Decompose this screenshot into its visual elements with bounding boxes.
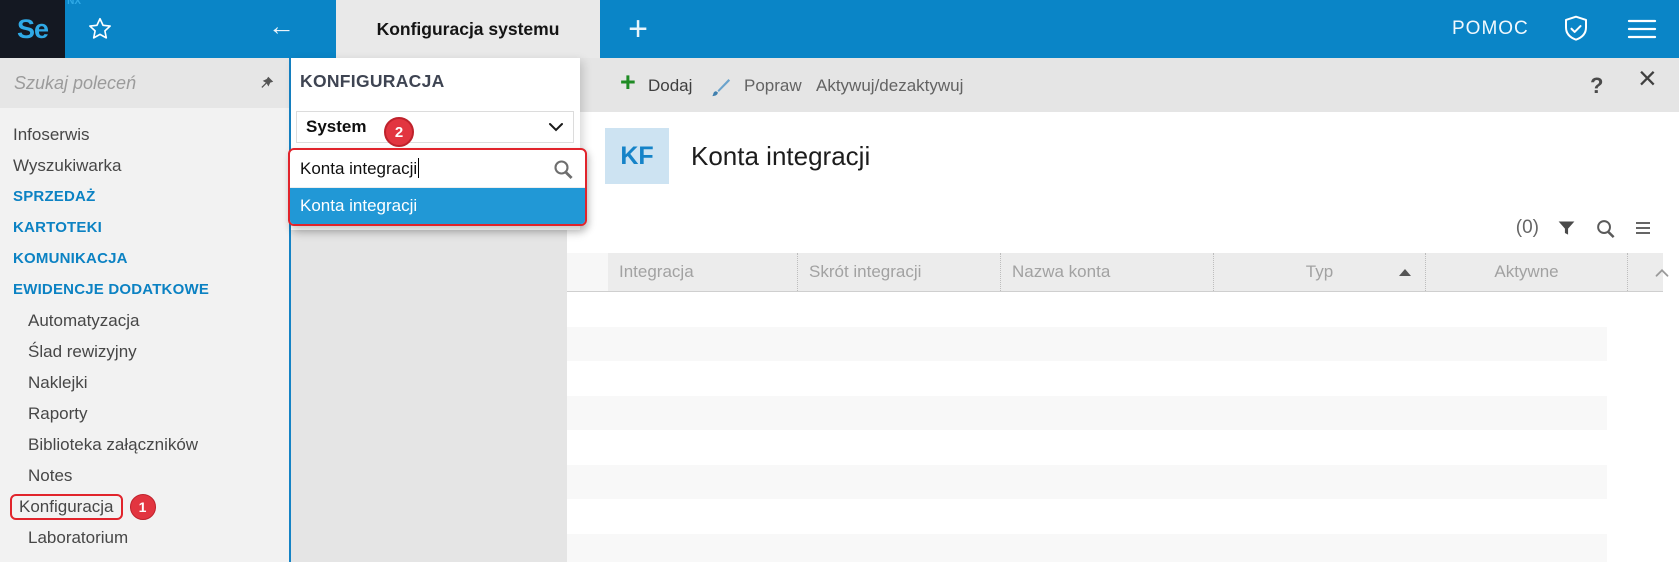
sidebar-item-laboratorium[interactable]: Laboratorium — [0, 522, 289, 553]
flyout-search-icon[interactable] — [551, 157, 575, 181]
sidebar-item-sprzedaz[interactable]: SPRZEDAŻ — [0, 181, 289, 212]
table-row — [567, 465, 1607, 500]
activate-deactivate-button[interactable]: Aktywuj/dezaktywuj — [816, 72, 963, 100]
sidebar-item-kartoteki[interactable]: KARTOTEKI — [0, 212, 289, 243]
module-tile-kf: KF — [605, 128, 669, 184]
column-skrot-integracji[interactable]: Skrót integracji — [797, 253, 1000, 291]
app-logo-sup: NX — [67, 0, 81, 7]
page-title: Konta integracji — [691, 128, 870, 184]
pin-icon[interactable] — [258, 75, 275, 92]
konfiguracja-flyout: KONFIGURACJA System 2 Konta integracji K… — [291, 58, 580, 230]
edit-brush-icon[interactable] — [708, 74, 732, 102]
table-corner-cell — [567, 253, 608, 291]
table-row — [567, 327, 1607, 362]
sidebar-item-automatyzacja[interactable]: Automatyzacja — [0, 305, 289, 336]
add-plus-icon[interactable]: + — [620, 68, 636, 96]
column-typ-label: Typ — [1306, 262, 1333, 282]
table-header: Integracja Skrót integracji Nazwa konta … — [567, 253, 1663, 292]
new-tab-button[interactable]: + — [620, 8, 656, 50]
step-badge-2: 2 — [384, 117, 414, 147]
help-menu[interactable]: POMOC — [1452, 0, 1529, 58]
flyout-search-value: Konta integracji — [300, 158, 551, 179]
table-row — [567, 292, 1607, 327]
flyout-search-input[interactable]: Konta integracji — [290, 150, 585, 188]
sidebar-item-infoserwis[interactable]: Infoserwis — [0, 119, 289, 150]
search-icon[interactable] — [1594, 217, 1617, 240]
filter-icon[interactable] — [1556, 218, 1577, 239]
sidebar-item-wyszukiwarka[interactable]: Wyszukiwarka — [0, 150, 289, 181]
app-logo-text: Se — [17, 14, 48, 45]
app-logo[interactable]: Se NX — [0, 0, 65, 58]
list-tools: (0) — [1516, 208, 1652, 248]
sidebar-menu: Infoserwis Wyszukiwarka SPRZEDAŻ KARTOTE… — [0, 119, 289, 553]
top-bar: Se NX ← Konfiguracja systemu + POMOC — [0, 0, 1679, 58]
favorites-star-icon[interactable] — [86, 15, 114, 43]
scroll-up-icon[interactable] — [1651, 262, 1673, 284]
back-arrow-icon[interactable]: ← — [268, 11, 295, 41]
column-typ[interactable]: Typ — [1213, 253, 1425, 291]
shield-check-icon[interactable] — [1560, 13, 1592, 45]
sidebar-item-naklejki[interactable]: Naklejki — [0, 367, 289, 398]
column-integracja[interactable]: Integracja — [608, 253, 797, 291]
list-menu-icon[interactable] — [1634, 220, 1652, 236]
edit-button[interactable]: Popraw — [744, 72, 802, 100]
command-search-placeholder: Szukaj poleceń — [14, 73, 258, 94]
add-button[interactable]: Dodaj — [648, 72, 692, 100]
sidebar-item-komunikacja[interactable]: KOMUNIKACJA — [0, 243, 289, 274]
text-caret — [418, 158, 419, 178]
category-dropdown-value: System — [306, 117, 548, 137]
app-window: Se NX ← Konfiguracja systemu + POMOC Szu… — [0, 0, 1679, 569]
table-row — [567, 430, 1607, 465]
chevron-down-icon — [548, 122, 564, 132]
sidebar: Szukaj poleceń Infoserwis Wyszukiwarka S… — [0, 58, 289, 562]
table-row — [567, 499, 1607, 534]
window-bottom-edge — [0, 562, 1679, 569]
record-count: (0) — [1516, 217, 1539, 239]
konfiguracja-highlight-box[interactable]: Konfiguracja — [10, 494, 123, 520]
table-row — [567, 361, 1607, 396]
category-dropdown[interactable]: System — [296, 111, 574, 143]
table-row — [567, 396, 1607, 431]
flyout-title: KONFIGURACJA — [300, 71, 445, 92]
context-help-button[interactable]: ? — [1590, 72, 1603, 100]
sidebar-item-notes[interactable]: Notes — [0, 460, 289, 491]
command-search-input[interactable]: Szukaj poleceń — [0, 58, 289, 108]
sidebar-item-konfiguracja[interactable]: Konfiguracja 1 — [0, 491, 289, 522]
column-aktywne[interactable]: Aktywne — [1425, 253, 1627, 291]
main-menu-icon[interactable] — [1626, 17, 1658, 41]
sidebar-item-ewidencje-dodatkowe[interactable]: EWIDENCJE DODATKOWE — [0, 274, 289, 305]
konta-integracji-panel: KF Konta integracji (0) Integra — [567, 112, 1679, 562]
close-icon[interactable]: × — [1638, 64, 1657, 92]
step-badge-1: 1 — [130, 494, 156, 520]
column-nazwa-konta[interactable]: Nazwa konta — [1000, 253, 1213, 291]
search-highlight-group: Konta integracji Konta integracji — [288, 148, 587, 226]
sidebar-item-slad-rewizyjny[interactable]: Ślad rewizyjny — [0, 336, 289, 367]
table-body — [567, 292, 1607, 568]
sidebar-item-biblioteka-zalacznikow[interactable]: Biblioteka załączników — [0, 429, 289, 460]
sort-ascending-icon — [1399, 269, 1411, 276]
tab-konfiguracja-systemu[interactable]: Konfiguracja systemu — [336, 0, 600, 58]
search-suggestion-item[interactable]: Konta integracji — [290, 188, 585, 224]
sidebar-item-raporty[interactable]: Raporty — [0, 398, 289, 429]
